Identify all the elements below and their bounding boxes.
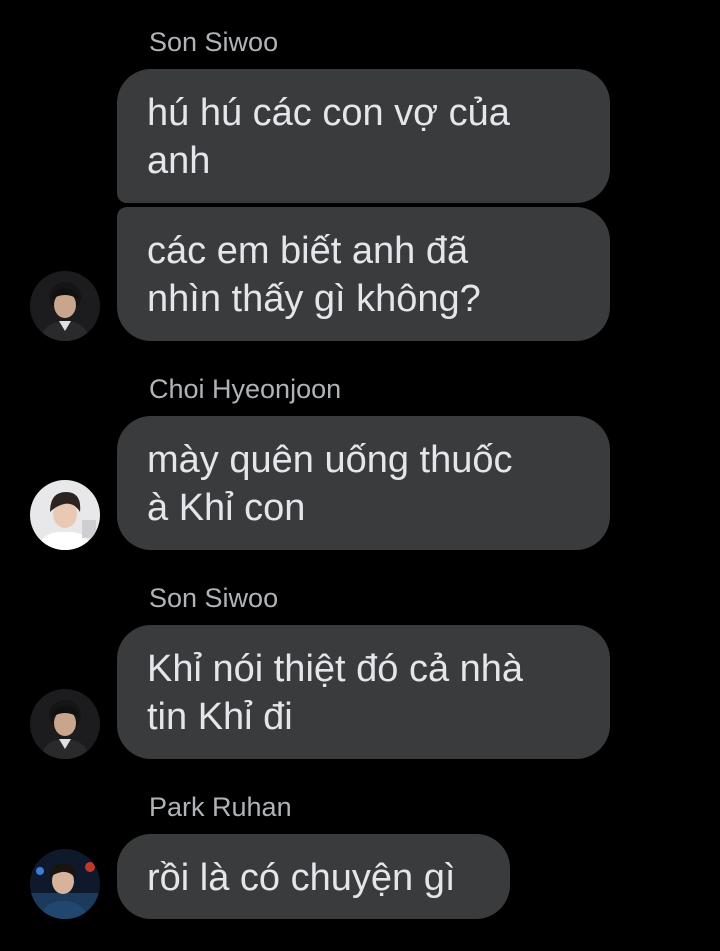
user-avatar-son-siwoo-icon: [30, 689, 100, 759]
avatar[interactable]: [30, 849, 100, 919]
message-bubble[interactable]: Khỉ nói thiệt đó cả nhà tin Khỉ đi: [117, 625, 610, 759]
user-avatar-son-siwoo-icon: [30, 271, 100, 341]
sender-name: Son Siwoo: [149, 583, 279, 613]
sender-name: Son Siwoo: [149, 27, 279, 57]
user-avatar-park-ruhan-icon: [30, 849, 100, 919]
message-bubble[interactable]: các em biết anh đã nhìn thấy gì không?: [117, 207, 610, 341]
message-bubble[interactable]: mày quên uống thuốc à Khỉ con: [117, 416, 610, 550]
message-bubble[interactable]: hú hú các con vợ của anh: [117, 69, 610, 203]
user-avatar-choi-hyeonjoon-icon: [30, 480, 100, 550]
message-bubble[interactable]: rồi là có chuyện gì: [117, 834, 510, 919]
avatar[interactable]: [30, 480, 100, 550]
sender-name: Park Ruhan: [149, 792, 292, 822]
avatar[interactable]: [30, 689, 100, 759]
avatar[interactable]: [30, 271, 100, 341]
sender-name: Choi Hyeonjoon: [149, 374, 342, 404]
